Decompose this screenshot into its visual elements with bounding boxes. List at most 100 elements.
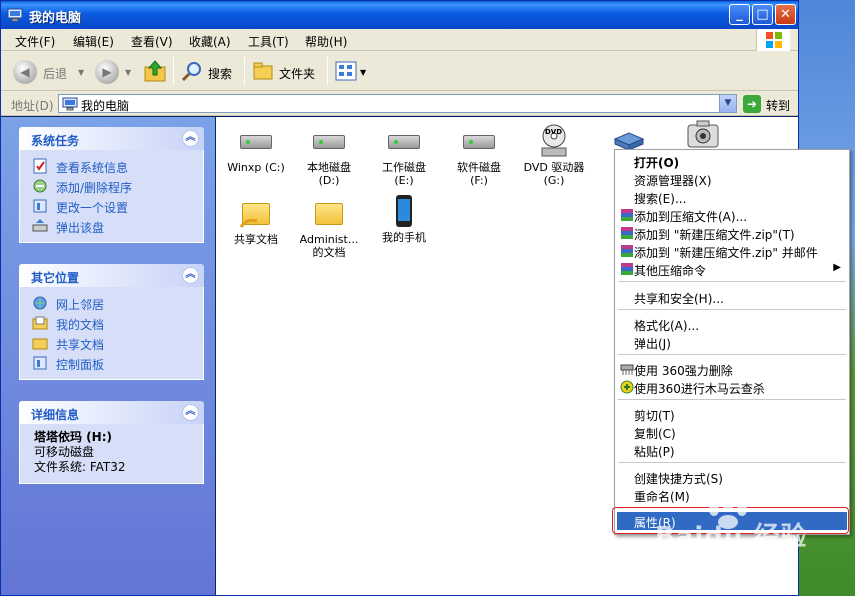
panel-header[interactable]: 系统任务 ︽: [19, 127, 204, 150]
back-button-label[interactable]: 后退: [43, 65, 67, 82]
ctx-360-force-delete[interactable]: 使用 360强力删除: [617, 360, 847, 378]
drive-e[interactable]: 工作磁盘 (E:): [364, 125, 444, 187]
my-phone[interactable]: 我的手机: [364, 195, 444, 244]
shredder-icon: [620, 364, 634, 375]
phone-icon: [386, 195, 422, 229]
watermark-brand: Baidu 经验: [655, 522, 808, 552]
winrar-icon: [621, 227, 633, 239]
menu-view[interactable]: 查看(V): [131, 33, 173, 50]
panel-body: 网上邻居 我的文档 共享文档 控制面板: [19, 287, 204, 380]
ctx-paste[interactable]: 粘贴(P): [617, 441, 847, 459]
views-icon[interactable]: [335, 60, 357, 82]
drive-g-dvd[interactable]: DVD DVD 驱动器 (G:): [514, 122, 594, 187]
place-shared-documents[interactable]: 共享文档: [20, 333, 203, 353]
ctx-copy[interactable]: 复制(C): [617, 423, 847, 441]
task-view-system-info[interactable]: 查看系统信息: [20, 156, 203, 176]
folder-shared-documents[interactable]: 共享文档: [216, 197, 296, 246]
system-tasks-panel: 系统任务 ︽ 查看系统信息 添加/删除程序 更改一个设置 弹出该盘: [19, 127, 204, 243]
menu-tools[interactable]: 工具(T): [248, 33, 289, 50]
dvd-label: DVD: [545, 128, 562, 136]
camera-device-icon[interactable]: [686, 119, 720, 149]
folders-icon[interactable]: [252, 60, 274, 82]
menu-edit[interactable]: 编辑(E): [73, 33, 114, 50]
panel-header[interactable]: 详细信息 ︽: [19, 401, 204, 424]
task-add-remove-programs[interactable]: 添加/删除程序: [20, 176, 203, 196]
task-eject-disk[interactable]: 弹出该盘: [20, 216, 203, 236]
winrar-icon: [621, 245, 633, 257]
minimize-button[interactable]: _: [729, 4, 750, 25]
ctx-open[interactable]: 打开(O): [617, 152, 847, 170]
ctx-add-to-archive[interactable]: 添加到压缩文件(A)...: [617, 206, 847, 224]
maximize-button[interactable]: □: [752, 4, 773, 25]
go-button-label: 转到: [766, 99, 791, 113]
my-documents-icon: [32, 316, 48, 330]
ctx-add-to-zip-and-email[interactable]: 添加到 "新建压缩文件.zip" 并邮件: [617, 242, 847, 260]
menu-separator: [618, 309, 846, 310]
search-icon[interactable]: [181, 60, 203, 82]
details-file-system: 文件系统: FAT32: [34, 460, 126, 474]
go-button[interactable]: ➜ 转到: [743, 95, 793, 113]
address-dropdown-icon[interactable]: ▼: [719, 95, 736, 112]
windows-logo-icon: [756, 29, 790, 51]
network-icon: [33, 296, 47, 310]
hard-drive-icon: [386, 125, 422, 159]
ctx-format[interactable]: 格式化(A)...: [617, 315, 847, 333]
drive-d[interactable]: 本地磁盘 (D:): [289, 125, 369, 187]
menu-help[interactable]: 帮助(H): [305, 33, 347, 50]
collapse-chevron-icon[interactable]: ︽: [182, 404, 199, 421]
shared-folder-icon: [238, 197, 274, 231]
hard-drive-icon: [238, 125, 274, 159]
close-button[interactable]: ✕: [775, 4, 796, 25]
ctx-cut[interactable]: 剪切(T): [617, 405, 847, 423]
ctx-sharing-security[interactable]: 共享和安全(H)...: [617, 288, 847, 306]
go-arrow-icon: ➜: [743, 95, 761, 113]
panel-header[interactable]: 其它位置 ︽: [19, 264, 204, 287]
control-panel-icon: [33, 199, 47, 213]
ctx-360-trojan-scan[interactable]: 使用360进行木马云查杀: [617, 378, 847, 396]
back-dropdown-icon[interactable]: ▼: [78, 68, 84, 77]
window-title: 我的电脑: [29, 11, 82, 26]
drive-c[interactable]: Winxp (C:): [216, 125, 296, 174]
panel-title: 其它位置: [31, 271, 80, 285]
other-places-panel: 其它位置 ︽ 网上邻居 我的文档 共享文档 控制面板: [19, 264, 204, 380]
ctx-explorer[interactable]: 资源管理器(X): [617, 170, 847, 188]
control-panel-icon: [33, 356, 47, 370]
toolbar-separator: [173, 57, 174, 85]
panel-body: 塔塔依玛 (H:) 可移动磁盘 文件系统: FAT32: [19, 424, 204, 484]
ctx-create-shortcut[interactable]: 创建快捷方式(S): [617, 468, 847, 486]
watermark-url: jingyan.baidu.com: [655, 560, 757, 573]
360-shield-icon: [620, 380, 634, 394]
address-input[interactable]: 我的电脑 ▼: [58, 94, 737, 113]
folder-administrator-documents[interactable]: Administ... 的文档: [289, 197, 369, 259]
ctx-search[interactable]: 搜索(E)...: [617, 188, 847, 206]
panel-body: 查看系统信息 添加/删除程序 更改一个设置 弹出该盘: [19, 150, 204, 243]
forward-arrow-icon[interactable]: ▶: [95, 60, 119, 84]
panel-title: 详细信息: [31, 408, 80, 422]
winrar-icon: [621, 209, 633, 221]
menu-favorites[interactable]: 收藏(A): [189, 33, 231, 50]
views-dropdown-icon[interactable]: ▼: [360, 68, 366, 77]
folders-button-label[interactable]: 文件夹: [279, 65, 315, 82]
ctx-add-to-zip[interactable]: 添加到 "新建压缩文件.zip"(T): [617, 224, 847, 242]
forward-dropdown-icon[interactable]: ▼: [125, 68, 131, 77]
address-value: 我的电脑: [81, 99, 130, 113]
place-network[interactable]: 网上邻居: [20, 293, 203, 313]
menu-file[interactable]: 文件(F): [15, 33, 55, 50]
collapse-chevron-icon[interactable]: ︽: [182, 130, 199, 147]
winrar-icon: [621, 263, 633, 275]
folder-up-icon[interactable]: [143, 59, 167, 83]
place-control-panel[interactable]: 控制面板: [20, 353, 203, 373]
place-my-documents[interactable]: 我的文档: [20, 313, 203, 333]
drive-f[interactable]: 软件磁盘 (F:): [439, 125, 519, 187]
title-bar[interactable]: 我的电脑 _ □ ✕: [1, 1, 798, 29]
collapse-chevron-icon[interactable]: ︽: [182, 267, 199, 284]
computer-icon: [7, 8, 23, 22]
ctx-other-compression[interactable]: 其他压缩命令 ▶: [617, 260, 847, 278]
task-change-setting[interactable]: 更改一个设置: [20, 196, 203, 216]
toolbar-separator: [327, 57, 328, 85]
computer-icon: [62, 97, 78, 111]
address-label: 地址(D): [11, 99, 54, 113]
back-arrow-icon[interactable]: ◀: [13, 60, 37, 84]
ctx-eject[interactable]: 弹出(J): [617, 333, 847, 351]
search-button-label[interactable]: 搜索: [208, 65, 232, 82]
